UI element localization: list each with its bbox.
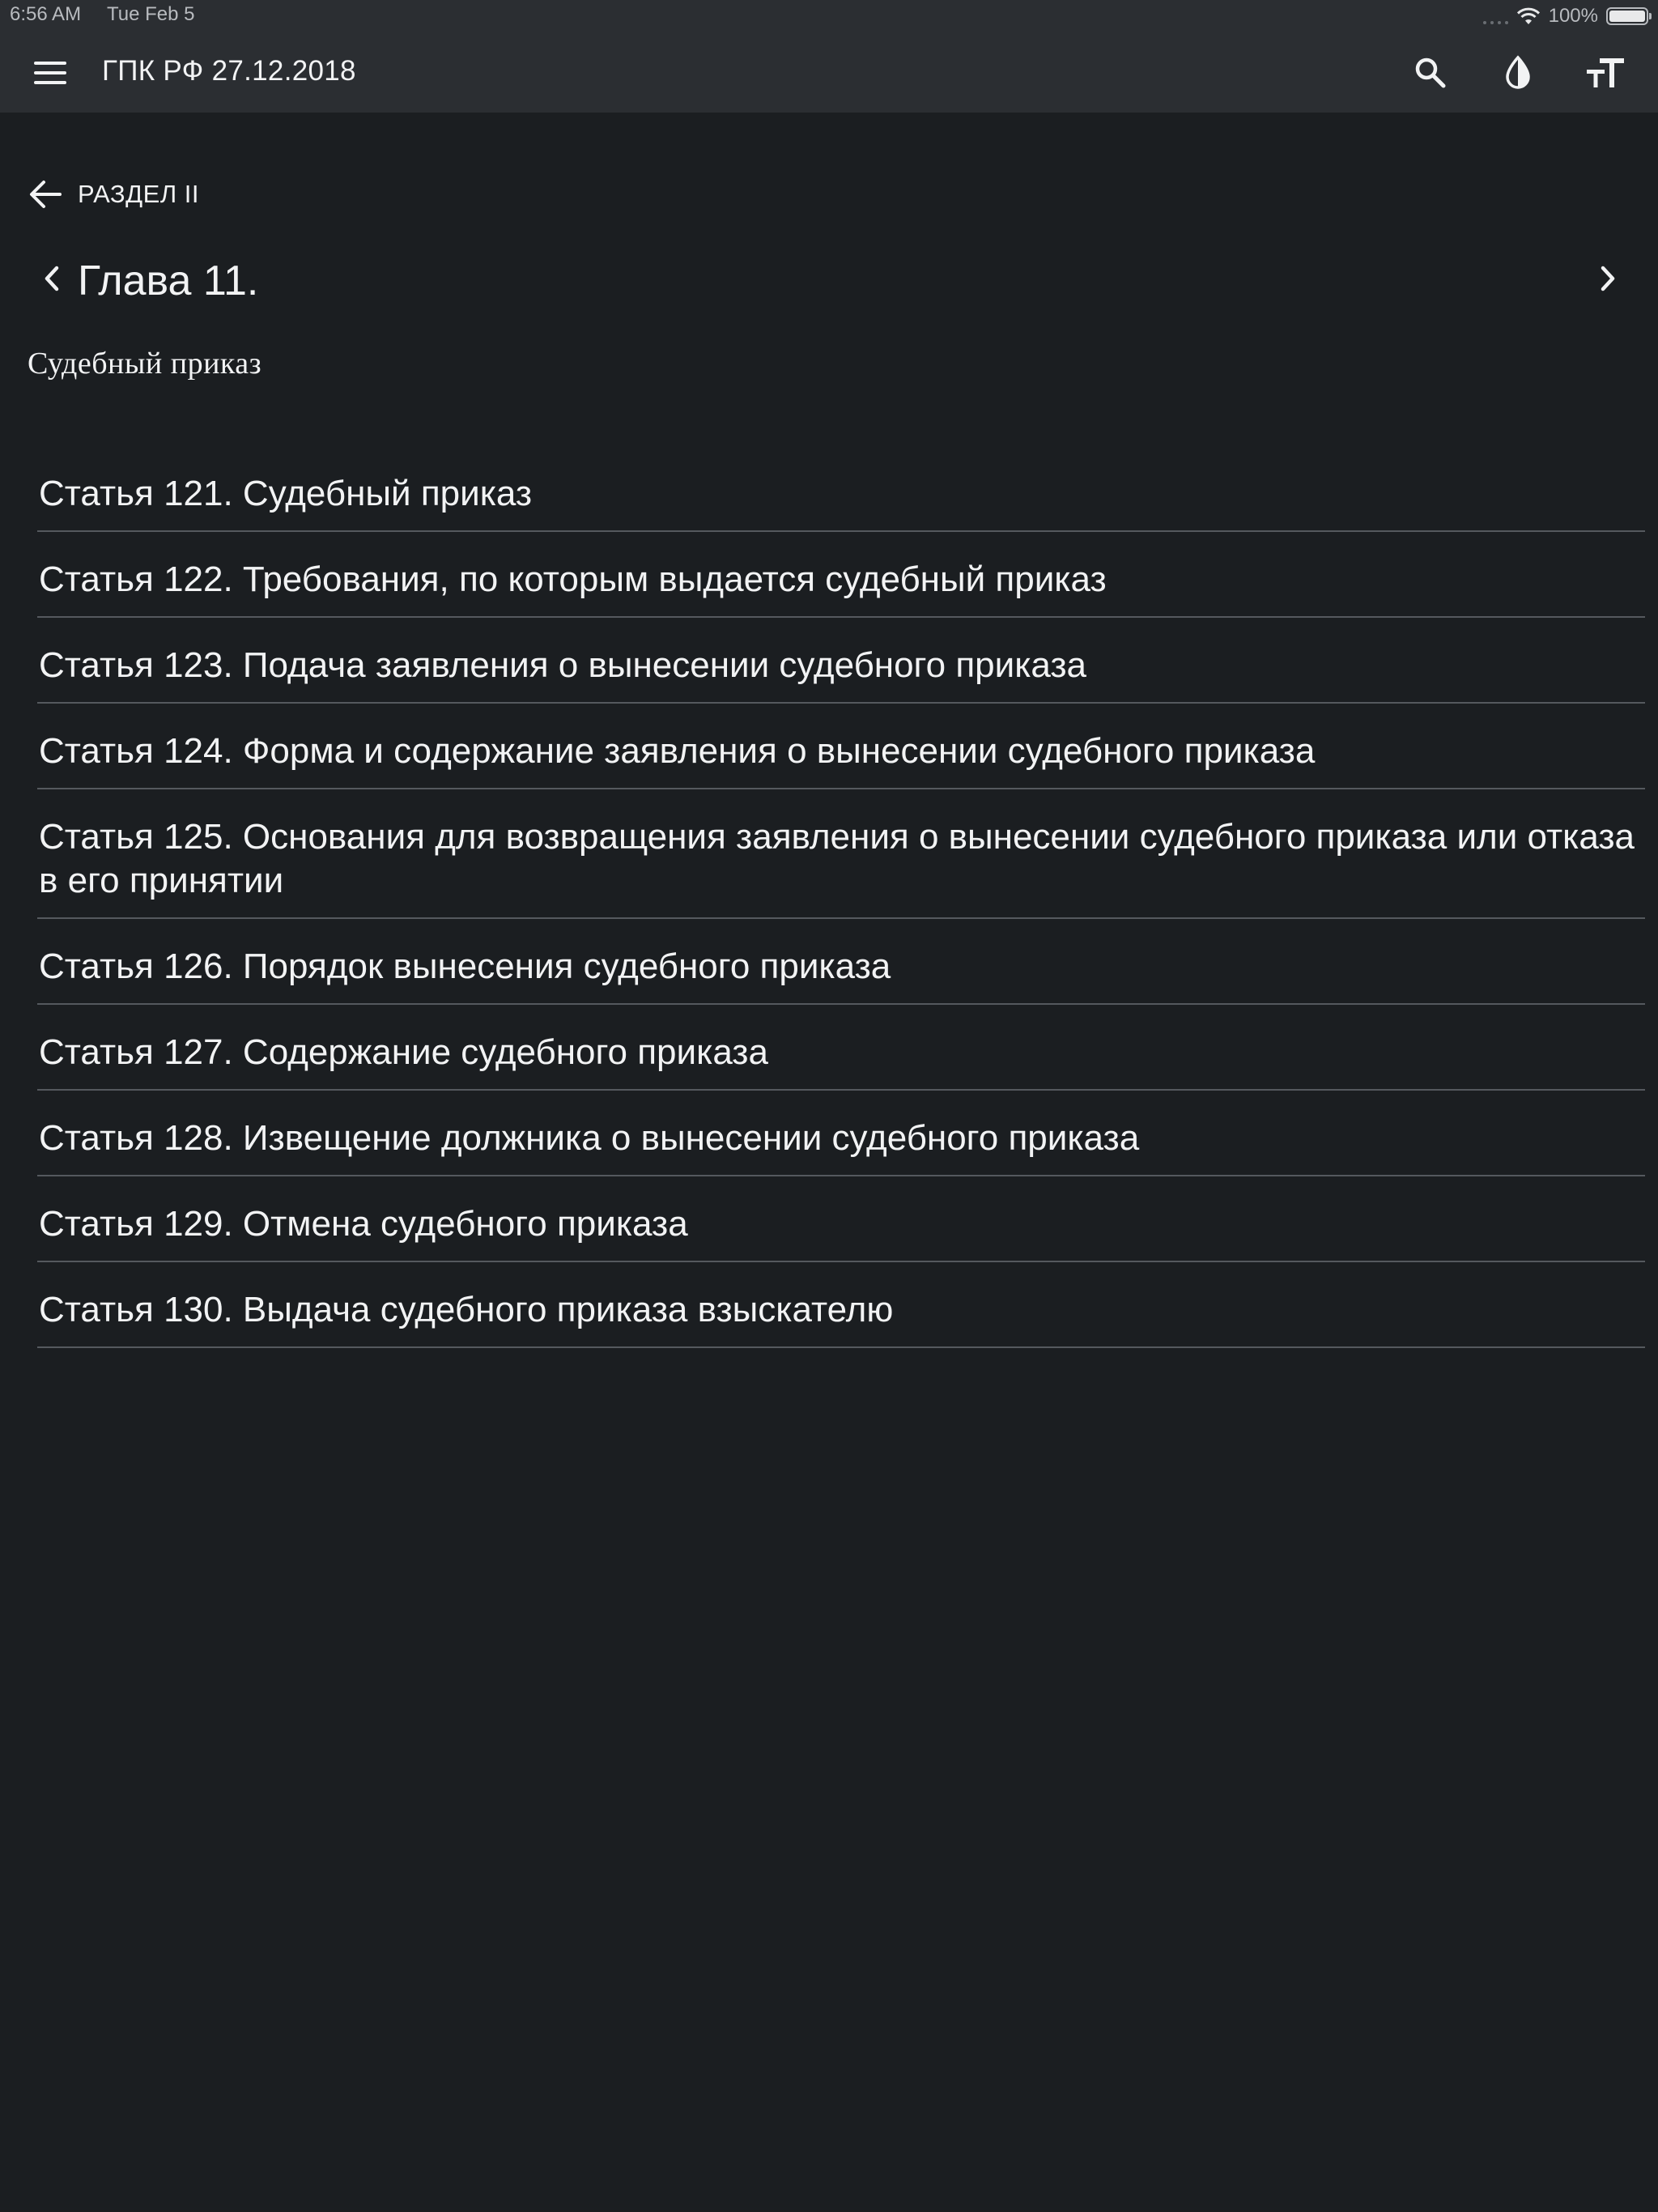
menu-icon-bar: [34, 71, 66, 74]
previous-chapter-button[interactable]: [32, 258, 73, 299]
article-item[interactable]: Статья 125. Основания для возвращения за…: [37, 789, 1645, 919]
article-item[interactable]: Статья 124. Форма и содержание заявления…: [37, 704, 1645, 789]
status-indicators: 100%: [1482, 3, 1652, 29]
status-date: Tue Feb 5: [107, 3, 195, 25]
status-bar: 6:56 AM Tue Feb 5 100%: [0, 0, 1658, 32]
theme-toggle-button[interactable]: [1494, 49, 1542, 97]
chevron-left-icon: [45, 266, 59, 291]
status-time: 6:56 AM: [10, 3, 82, 25]
contrast-icon: [1506, 55, 1530, 89]
chapter-header: Глава 11.: [32, 250, 1627, 307]
section-label: РАЗДЕЛ II: [78, 180, 200, 208]
search-icon: [1415, 57, 1446, 88]
arrow-left-icon: [30, 181, 62, 208]
toolbar: ГПК РФ 27.12.2018: [0, 32, 1658, 113]
article-list: Статья 121. Судебный приказ Статья 122. …: [37, 446, 1645, 1348]
text-size-icon: [1587, 58, 1624, 87]
article-item[interactable]: Статья 122. Требования, по которым выдае…: [37, 532, 1645, 618]
article-item[interactable]: Статья 121. Судебный приказ: [37, 446, 1645, 532]
chapter-title: Глава 11.: [78, 257, 259, 304]
wifi-icon: [1516, 7, 1540, 24]
chapter-content: РАЗДЕЛ II Глава 11. Судебный приказ Стат…: [0, 113, 1658, 2212]
app-title: ГПК РФ 27.12.2018: [102, 55, 356, 87]
battery-percentage: 100%: [1548, 5, 1598, 27]
next-chapter-button[interactable]: [1587, 258, 1627, 299]
article-item[interactable]: Статья 128. Извещение должника о вынесен…: [37, 1091, 1645, 1176]
menu-icon-bar: [34, 81, 66, 84]
article-item[interactable]: Статья 130. Выдача судебного приказа взы…: [37, 1262, 1645, 1348]
article-item[interactable]: Статья 129. Отмена судебного приказа: [37, 1176, 1645, 1262]
battery-icon: [1606, 7, 1652, 25]
back-to-section-button[interactable]: РАЗДЕЛ II: [28, 174, 199, 215]
menu-button[interactable]: [31, 57, 71, 89]
signal-icon: [1482, 8, 1508, 24]
text-size-button[interactable]: [1581, 49, 1630, 97]
top-bar: 6:56 AM Tue Feb 5 100% ГПК РФ 27.12.2018: [0, 0, 1658, 113]
article-item[interactable]: Статья 127. Содержание судебного приказа: [37, 1005, 1645, 1091]
article-item[interactable]: Статья 126. Порядок вынесения судебного …: [37, 919, 1645, 1005]
search-button[interactable]: [1406, 49, 1455, 97]
chevron-right-icon: [1601, 266, 1615, 291]
menu-icon-bar: [34, 62, 66, 65]
article-item[interactable]: Статья 123. Подача заявления о вынесении…: [37, 618, 1645, 704]
chapter-subtitle: Судебный приказ: [28, 347, 262, 381]
